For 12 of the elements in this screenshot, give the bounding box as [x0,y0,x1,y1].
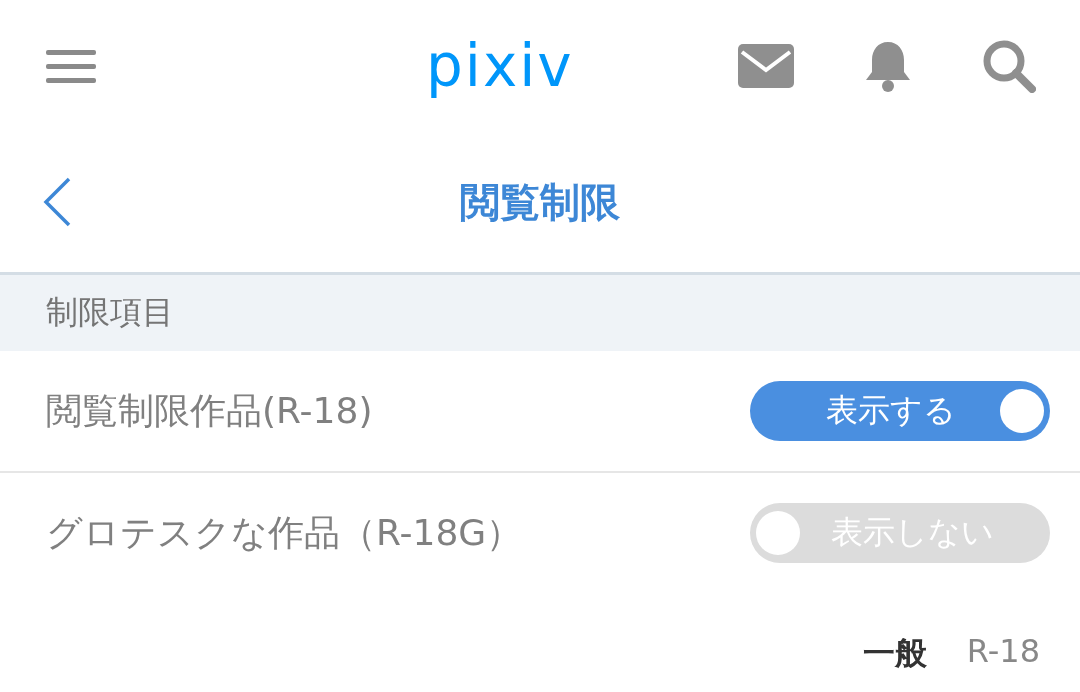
setting-label: グロテスクな作品（R-18G） [46,510,523,555]
tab[interactable]: 一般 [862,632,927,676]
search-icon[interactable] [982,39,1036,93]
toggle-switch[interactable]: 表示する [750,381,1050,441]
bell-icon[interactable] [864,40,912,92]
section-title: 制限項目 [46,292,174,333]
back-icon[interactable] [42,177,72,227]
setting-label: 閲覧制限作品(R-18) [46,388,373,433]
mail-icon[interactable] [738,44,794,88]
menu-icon[interactable] [46,48,96,84]
page-title: 閲覧制限 [460,177,620,227]
tab[interactable]: R-18 [966,632,1040,670]
